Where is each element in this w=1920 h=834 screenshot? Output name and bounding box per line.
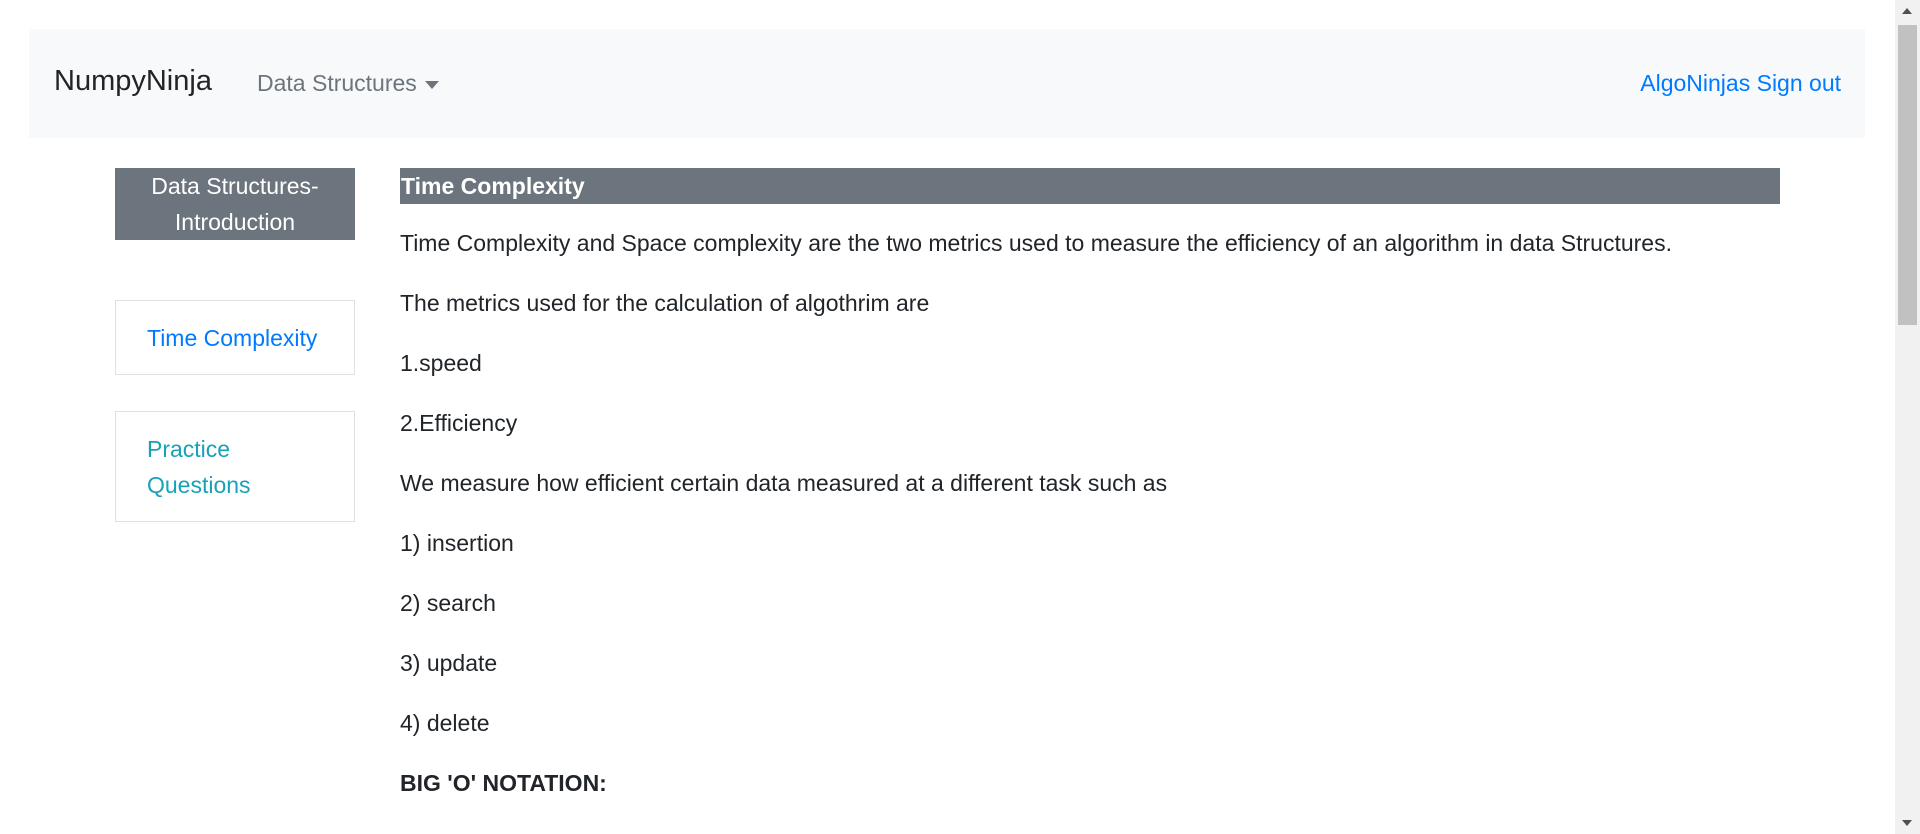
- sidebar-header-text: Data Structures-Introduction: [151, 173, 319, 235]
- caret-down-icon: [424, 80, 439, 89]
- content-paragraph: We measure how efficient certain data me…: [400, 470, 1168, 496]
- sidebar-item-time-complexity: Time Complexity: [115, 300, 355, 375]
- sign-out-link[interactable]: AlgoNinjas Sign out: [1640, 72, 1841, 95]
- content-paragraph: 1) insertion: [400, 530, 514, 556]
- page-title: Time Complexity: [400, 168, 1780, 204]
- dropdown-label: Data Structures: [257, 70, 417, 96]
- content-paragraph: 3) update: [400, 650, 498, 676]
- vertical-scrollbar[interactable]: [1895, 0, 1920, 834]
- practice-questions-link[interactable]: Practice Questions: [147, 431, 337, 503]
- scroll-up-arrow-icon[interactable]: [1902, 8, 1912, 14]
- scrollbar-thumb[interactable]: [1898, 25, 1917, 325]
- content-paragraph: 1.speed: [400, 350, 482, 376]
- navbar: NumpyNinja Data Structures AlgoNinjas Si…: [29, 29, 1865, 138]
- page: NumpyNinja Data Structures AlgoNinjas Si…: [0, 0, 1920, 834]
- data-structures-dropdown[interactable]: Data Structures: [257, 72, 439, 95]
- content-paragraph: Time Complexity and Space complexity are…: [400, 230, 1672, 256]
- main-content: Time Complexity Time Complexity and Spac…: [400, 168, 1780, 800]
- scroll-down-arrow-icon[interactable]: [1902, 820, 1912, 826]
- brand-logo[interactable]: NumpyNinja: [54, 67, 212, 96]
- sidebar-header: Data Structures-Introduction: [115, 168, 355, 240]
- sidebar-item-practice-questions: Practice Questions: [115, 411, 355, 522]
- content-paragraph: The metrics used for the calculation of …: [400, 290, 930, 316]
- section-heading: BIG 'O' NOTATION:: [400, 770, 607, 796]
- content-paragraph: 4) delete: [400, 710, 490, 736]
- content-paragraph: 2) search: [400, 590, 496, 616]
- content-paragraph: 2.Efficiency: [400, 410, 518, 436]
- time-complexity-link[interactable]: Time Complexity: [147, 320, 317, 356]
